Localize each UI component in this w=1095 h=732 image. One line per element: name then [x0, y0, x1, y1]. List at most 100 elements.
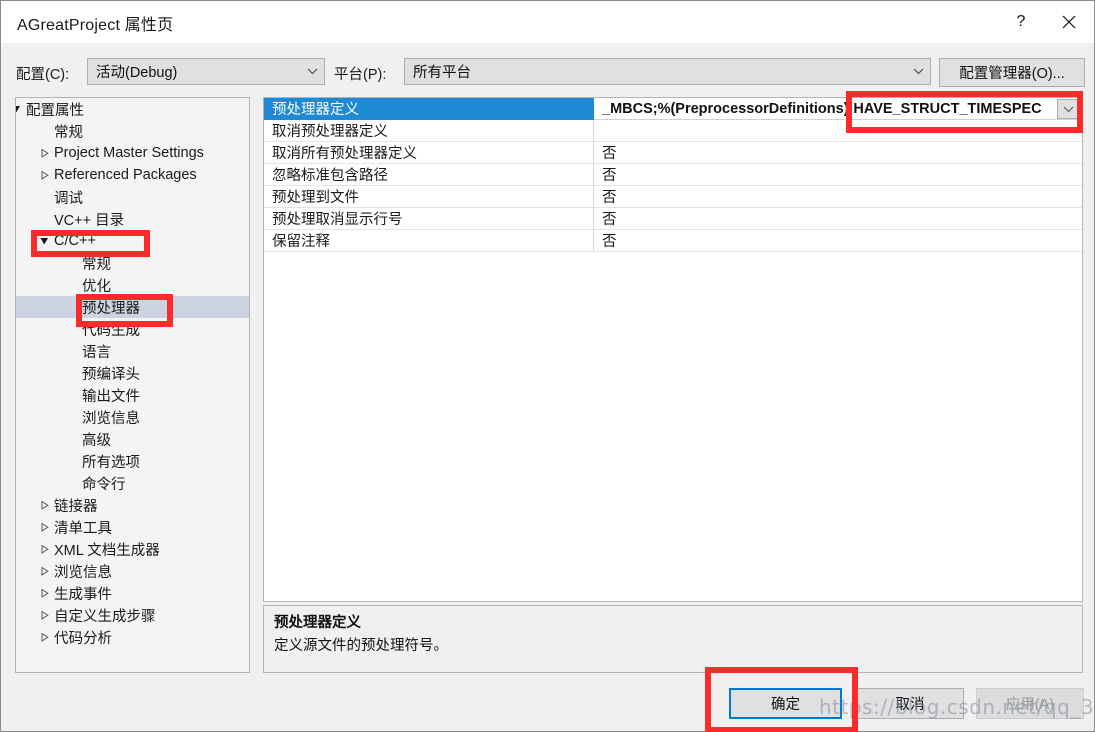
- tree-item-14[interactable]: 浏览信息: [16, 406, 249, 428]
- tree-item-label: 浏览信息: [82, 410, 140, 427]
- tree-item-10[interactable]: 代码生成: [16, 318, 249, 340]
- triangle-right-icon[interactable]: [37, 516, 51, 538]
- tree-item-18[interactable]: 链接器: [16, 494, 249, 516]
- property-row-2[interactable]: 取消所有预处理器定义否: [264, 142, 1082, 164]
- chevron-down-icon: [1063, 106, 1074, 112]
- chevron-down-icon: [300, 68, 324, 75]
- tree-item-17[interactable]: 命令行: [16, 472, 249, 494]
- property-row-5[interactable]: 预处理取消显示行号否: [264, 208, 1082, 230]
- tree-item-label: 预处理器: [82, 300, 140, 317]
- tree-item-1[interactable]: 常规: [16, 120, 249, 142]
- window-title: AGreatProject 属性页: [17, 17, 174, 34]
- triangle-right-icon[interactable]: [37, 494, 51, 516]
- configuration-label: 配置(C):: [16, 67, 70, 83]
- property-row-0[interactable]: 预处理器定义 _MBCS;%(PreprocessorDefinitions);H…: [264, 98, 1082, 120]
- triangle-right-icon[interactable]: [37, 560, 51, 582]
- property-name: 预处理到文件: [264, 186, 594, 208]
- tree-item-label: 优化: [82, 278, 111, 295]
- value-dropdown-button[interactable]: [1057, 99, 1080, 119]
- tree-item-label: 常规: [54, 124, 83, 141]
- tree-item-label: 代码分析: [54, 630, 112, 647]
- property-name: 预处理器定义: [264, 98, 594, 120]
- triangle-right-icon[interactable]: [37, 164, 51, 186]
- tree-item-3[interactable]: Referenced Packages: [16, 164, 249, 186]
- settings-tree[interactable]: 配置属性 常规 Project Master Settings Referenced …: [15, 97, 250, 673]
- tree-item-5[interactable]: VC++ 目录: [16, 208, 249, 230]
- tree-item-label: VC++ 目录: [54, 212, 125, 229]
- tree-item-label: 生成事件: [54, 586, 112, 603]
- description-title: 预处理器定义: [274, 615, 361, 631]
- close-button[interactable]: [1046, 1, 1092, 43]
- triangle-right-icon[interactable]: [37, 538, 51, 560]
- property-grid-empty-area: [264, 266, 1082, 601]
- configuration-manager-button[interactable]: 配置管理器(O)...: [939, 58, 1085, 87]
- property-value[interactable]: 否: [594, 230, 1082, 252]
- tree-item-4[interactable]: 调试: [16, 186, 249, 208]
- platform-value: 所有平台: [413, 65, 471, 81]
- triangle-right-icon[interactable]: [37, 604, 51, 626]
- tree-item-12[interactable]: 预编译头: [16, 362, 249, 384]
- tree-item-16[interactable]: 所有选项: [16, 450, 249, 472]
- property-name: 预处理取消显示行号: [264, 208, 594, 230]
- configuration-value: 活动(Debug): [96, 65, 178, 81]
- triangle-down-icon[interactable]: [16, 98, 23, 120]
- tree-item-24[interactable]: 代码分析: [16, 626, 249, 648]
- help-button[interactable]: ?: [998, 1, 1044, 43]
- tree-item-9[interactable]: 预处理器: [16, 296, 249, 318]
- tree-item-label: 常规: [82, 256, 111, 273]
- tree-item-19[interactable]: 清单工具: [16, 516, 249, 538]
- cancel-button[interactable]: 取消: [856, 688, 964, 719]
- tree-item-20[interactable]: XML 文档生成器: [16, 538, 249, 560]
- platform-select[interactable]: 所有平台: [404, 58, 931, 85]
- property-row-6[interactable]: 保留注释否: [264, 230, 1082, 252]
- triangle-down-icon[interactable]: [37, 230, 51, 252]
- property-value[interactable]: 否: [594, 208, 1082, 230]
- property-value[interactable]: 否: [594, 164, 1082, 186]
- tree-item-23[interactable]: 自定义生成步骤: [16, 604, 249, 626]
- tree-item-7[interactable]: 常规: [16, 252, 249, 274]
- triangle-right-icon[interactable]: [37, 142, 51, 164]
- property-value[interactable]: 否: [594, 142, 1082, 164]
- triangle-right-icon[interactable]: [37, 626, 51, 648]
- triangle-right-icon[interactable]: [37, 582, 51, 604]
- property-row-4[interactable]: 预处理到文件否: [264, 186, 1082, 208]
- tree-item-21[interactable]: 浏览信息: [16, 560, 249, 582]
- property-value[interactable]: [594, 120, 1082, 142]
- tree-item-11[interactable]: 语言: [16, 340, 249, 362]
- apply-button: 应用(A): [976, 688, 1084, 719]
- tree-item-label: 输出文件: [82, 388, 140, 405]
- description-text: 定义源文件的预处理符号。: [274, 638, 448, 654]
- property-value-text: _MBCS;%(PreprocessorDefinitions);HAVE_ST…: [602, 101, 1042, 117]
- tree-item-label: 代码生成: [82, 322, 140, 339]
- tree-item-label: 预编译头: [82, 366, 140, 383]
- configuration-select[interactable]: 活动(Debug): [87, 58, 325, 85]
- property-grid[interactable]: 预处理器定义 _MBCS;%(PreprocessorDefinitions);H…: [263, 97, 1083, 602]
- property-name: 取消预处理器定义: [264, 120, 594, 142]
- tree-item-2[interactable]: Project Master Settings: [16, 142, 249, 164]
- ok-button[interactable]: 确定: [729, 688, 842, 719]
- property-value[interactable]: 否: [594, 186, 1082, 208]
- property-pages-dialog: AGreatProject 属性页 ? 配置(C): 活动(Debug) 平台(…: [0, 0, 1095, 732]
- property-name: 保留注释: [264, 230, 594, 252]
- question-mark-icon: ?: [1016, 13, 1026, 30]
- tree-item-label: 高级: [82, 432, 111, 449]
- tree-item-6[interactable]: C/C++: [16, 230, 249, 252]
- tree-item-label: 调试: [54, 190, 83, 207]
- tree-item-label: C/C++: [54, 233, 96, 249]
- tree-item-label: XML 文档生成器: [54, 542, 160, 559]
- tree-item-label: 命令行: [82, 476, 126, 493]
- tree-item-0[interactable]: 配置属性: [16, 98, 249, 120]
- tree-item-8[interactable]: 优化: [16, 274, 249, 296]
- property-name: 忽略标准包含路径: [264, 164, 594, 186]
- property-name: 取消所有预处理器定义: [264, 142, 594, 164]
- tree-item-label: 语言: [82, 344, 111, 361]
- close-icon: [1062, 15, 1076, 29]
- tree-item-15[interactable]: 高级: [16, 428, 249, 450]
- property-value[interactable]: _MBCS;%(PreprocessorDefinitions);HAVE_ST…: [594, 98, 1082, 120]
- property-row-3[interactable]: 忽略标准包含路径否: [264, 164, 1082, 186]
- property-row-1[interactable]: 取消预处理器定义: [264, 120, 1082, 142]
- tree-item-label: 链接器: [54, 498, 98, 515]
- tree-item-13[interactable]: 输出文件: [16, 384, 249, 406]
- tree-item-label: 自定义生成步骤: [54, 608, 156, 625]
- tree-item-22[interactable]: 生成事件: [16, 582, 249, 604]
